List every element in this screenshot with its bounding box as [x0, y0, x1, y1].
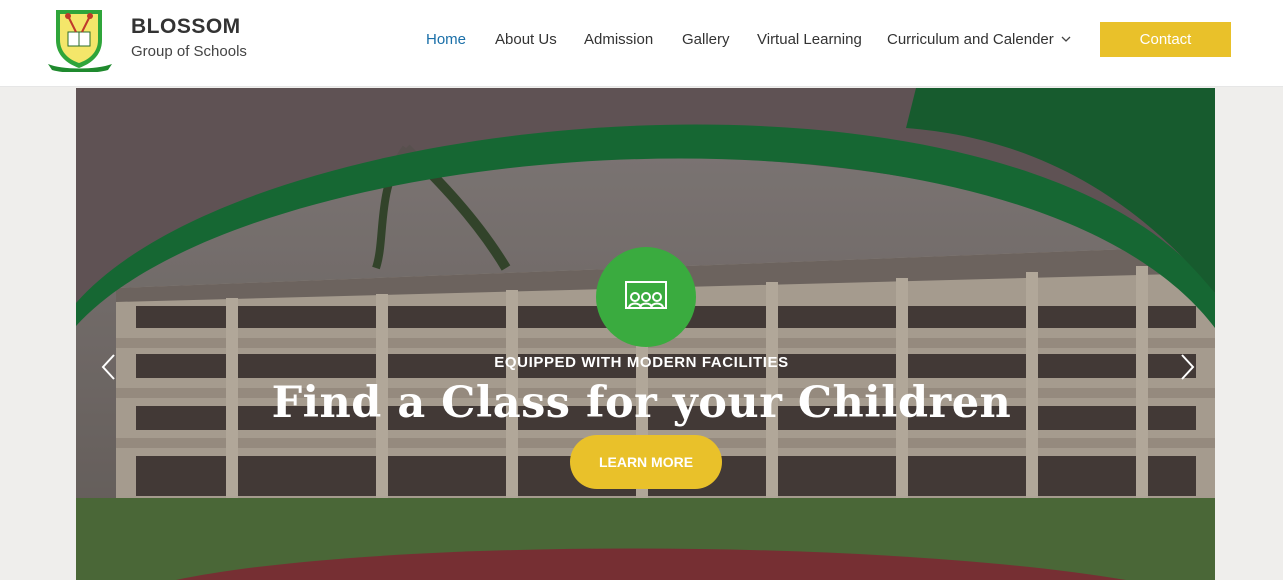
learn-more-button[interactable]: LEARN MORE: [570, 435, 722, 489]
contact-button[interactable]: Contact: [1100, 22, 1231, 57]
nav-gallery[interactable]: Gallery: [682, 31, 730, 48]
school-logo[interactable]: [46, 6, 114, 73]
nav-home[interactable]: Home: [426, 31, 466, 48]
site-header: BLOSSOM Group of Schools Home About Us A…: [0, 0, 1283, 87]
nav-about-us[interactable]: About Us: [495, 31, 557, 48]
chevron-down-icon[interactable]: [1060, 32, 1072, 44]
nav-curriculum-calender[interactable]: Curriculum and Calender: [887, 31, 1054, 48]
classroom-badge: [596, 247, 696, 347]
hero-headline: Find a Class for your Children: [271, 378, 1012, 428]
nav-virtual-learning[interactable]: Virtual Learning: [757, 31, 862, 48]
brand-subtitle: Group of Schools: [131, 43, 247, 60]
hero-eyebrow: EQUIPPED WITH MODERN FACILITIES: [494, 354, 789, 371]
nav-admission[interactable]: Admission: [584, 31, 653, 48]
brand-title[interactable]: BLOSSOM: [131, 15, 241, 39]
classroom-icon: [625, 281, 667, 309]
